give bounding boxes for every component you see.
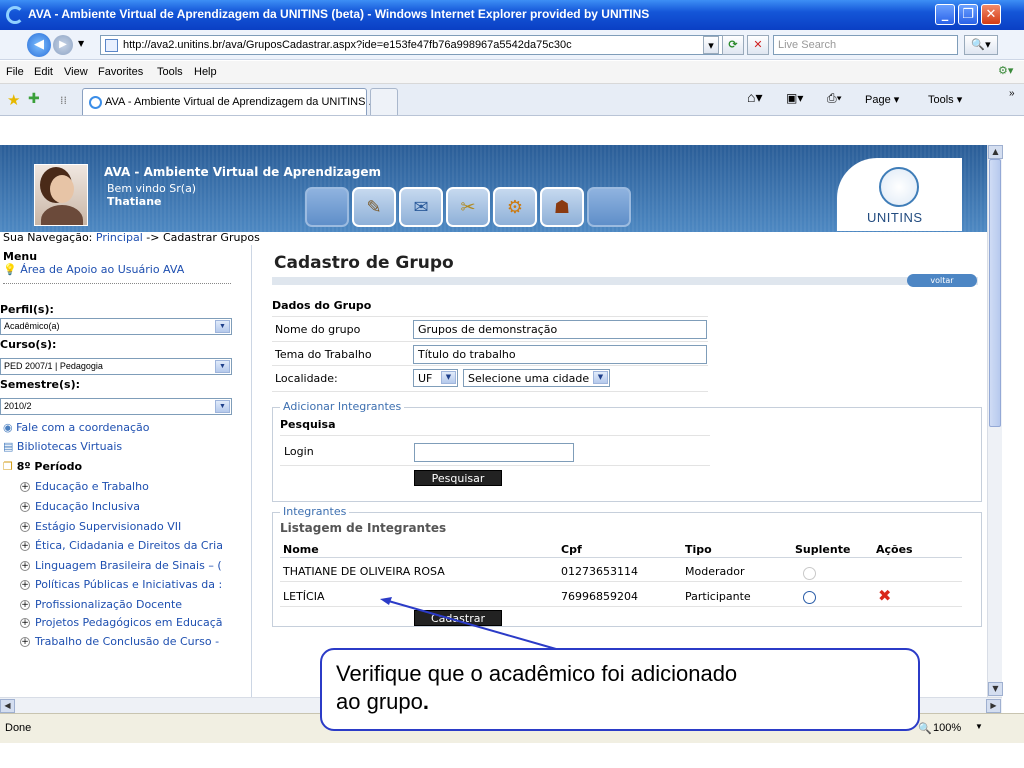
callout-line-2: ao grupo. <box>336 688 904 716</box>
arrow-head <box>380 597 392 605</box>
arrow-line <box>384 599 557 650</box>
callout-line-1: Verifique que o acadêmico foi adicionado <box>336 661 738 686</box>
callout-line-2-text: ao grupo <box>336 689 423 714</box>
annotation-callout: Verifique que o acadêmico foi adicionado… <box>320 648 920 731</box>
callout-period: . <box>422 689 429 714</box>
